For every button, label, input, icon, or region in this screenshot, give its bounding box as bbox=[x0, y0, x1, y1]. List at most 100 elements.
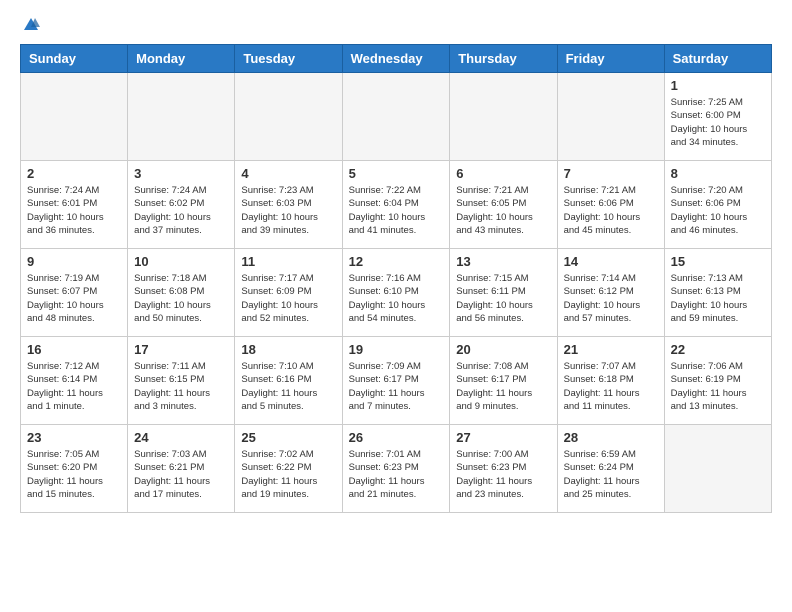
calendar-cell: 27 Sunrise: 7:00 AM Sunset: 6:23 PM Dayli… bbox=[450, 425, 557, 513]
calendar-header-monday: Monday bbox=[128, 45, 235, 73]
day-number: 5 bbox=[349, 166, 444, 181]
calendar-cell: 9 Sunrise: 7:19 AM Sunset: 6:07 PM Daylig… bbox=[21, 249, 128, 337]
calendar-week-0: 1 Sunrise: 7:25 AM Sunset: 6:00 PM Daylig… bbox=[21, 73, 772, 161]
calendar-header-saturday: Saturday bbox=[664, 45, 771, 73]
calendar-cell: 7 Sunrise: 7:21 AM Sunset: 6:06 PM Daylig… bbox=[557, 161, 664, 249]
day-info: Sunrise: 7:23 AM Sunset: 6:03 PM Dayligh… bbox=[241, 184, 335, 237]
calendar-week-4: 23Sunrise: 7:05 AM Sunset: 6:20 PM Dayli… bbox=[21, 425, 772, 513]
calendar-cell bbox=[450, 73, 557, 161]
calendar-cell bbox=[128, 73, 235, 161]
day-number: 11 bbox=[241, 254, 335, 269]
calendar-header-wednesday: Wednesday bbox=[342, 45, 450, 73]
calendar-cell: 2 Sunrise: 7:24 AM Sunset: 6:01 PM Daylig… bbox=[21, 161, 128, 249]
day-number: 16 bbox=[27, 342, 121, 357]
day-number: 4 bbox=[241, 166, 335, 181]
day-info: Sunrise: 7:18 AM Sunset: 6:08 PM Dayligh… bbox=[134, 272, 228, 325]
day-number: 17 bbox=[134, 342, 228, 357]
day-info: Sunrise: 7:10 AM Sunset: 6:16 PM Dayligh… bbox=[241, 360, 335, 413]
day-info: Sunrise: 7:12 AM Sunset: 6:14 PM Dayligh… bbox=[27, 360, 121, 413]
day-info: Sunrise: 7:01 AM Sunset: 6:23 PM Dayligh… bbox=[349, 448, 444, 501]
day-info: Sunrise: 7:14 AM Sunset: 6:12 PM Dayligh… bbox=[564, 272, 658, 325]
day-number: 6 bbox=[456, 166, 550, 181]
calendar-cell: 15 Sunrise: 7:13 AM Sunset: 6:13 PM Dayli… bbox=[664, 249, 771, 337]
day-info: Sunrise: 7:17 AM Sunset: 6:09 PM Dayligh… bbox=[241, 272, 335, 325]
calendar-cell: 26 Sunrise: 7:01 AM Sunset: 6:23 PM Dayli… bbox=[342, 425, 450, 513]
day-number: 19 bbox=[349, 342, 444, 357]
day-info: Sunrise: 7:07 AM Sunset: 6:18 PM Dayligh… bbox=[564, 360, 658, 413]
calendar-cell: 5 Sunrise: 7:22 AM Sunset: 6:04 PM Daylig… bbox=[342, 161, 450, 249]
day-info: Sunrise: 7:21 AM Sunset: 6:05 PM Dayligh… bbox=[456, 184, 550, 237]
calendar-cell: 24 Sunrise: 7:03 AM Sunset: 6:21 PM Dayli… bbox=[128, 425, 235, 513]
day-number: 10 bbox=[134, 254, 228, 269]
calendar-cell: 23Sunrise: 7:05 AM Sunset: 6:20 PM Dayli… bbox=[21, 425, 128, 513]
calendar-cell: 22 Sunrise: 7:06 AM Sunset: 6:19 PM Dayli… bbox=[664, 337, 771, 425]
calendar-cell: 11 Sunrise: 7:17 AM Sunset: 6:09 PM Dayli… bbox=[235, 249, 342, 337]
day-number: 15 bbox=[671, 254, 765, 269]
calendar-week-2: 9 Sunrise: 7:19 AM Sunset: 6:07 PM Daylig… bbox=[21, 249, 772, 337]
day-number: 25 bbox=[241, 430, 335, 445]
calendar-cell: 25 Sunrise: 7:02 AM Sunset: 6:22 PM Dayli… bbox=[235, 425, 342, 513]
calendar-cell bbox=[664, 425, 771, 513]
day-info: Sunrise: 7:11 AM Sunset: 6:15 PM Dayligh… bbox=[134, 360, 228, 413]
calendar-header-row: SundayMondayTuesdayWednesdayThursdayFrid… bbox=[21, 45, 772, 73]
day-info: Sunrise: 7:03 AM Sunset: 6:21 PM Dayligh… bbox=[134, 448, 228, 501]
day-info: Sunrise: 7:22 AM Sunset: 6:04 PM Dayligh… bbox=[349, 184, 444, 237]
day-info: Sunrise: 7:21 AM Sunset: 6:06 PM Dayligh… bbox=[564, 184, 658, 237]
calendar-cell: 1 Sunrise: 7:25 AM Sunset: 6:00 PM Daylig… bbox=[664, 73, 771, 161]
day-number: 21 bbox=[564, 342, 658, 357]
day-number: 12 bbox=[349, 254, 444, 269]
calendar-cell: 6 Sunrise: 7:21 AM Sunset: 6:05 PM Daylig… bbox=[450, 161, 557, 249]
calendar-cell: 3 Sunrise: 7:24 AM Sunset: 6:02 PM Daylig… bbox=[128, 161, 235, 249]
day-info: Sunrise: 7:09 AM Sunset: 6:17 PM Dayligh… bbox=[349, 360, 444, 413]
calendar-header-friday: Friday bbox=[557, 45, 664, 73]
day-info: Sunrise: 7:08 AM Sunset: 6:17 PM Dayligh… bbox=[456, 360, 550, 413]
logo bbox=[20, 16, 42, 34]
calendar-cell: 21 Sunrise: 7:07 AM Sunset: 6:18 PM Dayli… bbox=[557, 337, 664, 425]
calendar-cell: 20 Sunrise: 7:08 AM Sunset: 6:17 PM Dayli… bbox=[450, 337, 557, 425]
calendar-cell: 14 Sunrise: 7:14 AM Sunset: 6:12 PM Dayli… bbox=[557, 249, 664, 337]
calendar-cell: 10 Sunrise: 7:18 AM Sunset: 6:08 PM Dayli… bbox=[128, 249, 235, 337]
calendar-cell bbox=[235, 73, 342, 161]
calendar-cell: 18Sunrise: 7:10 AM Sunset: 6:16 PM Dayli… bbox=[235, 337, 342, 425]
day-number: 7 bbox=[564, 166, 658, 181]
calendar-cell: 17 Sunrise: 7:11 AM Sunset: 6:15 PM Dayli… bbox=[128, 337, 235, 425]
day-number: 14 bbox=[564, 254, 658, 269]
calendar-cell bbox=[21, 73, 128, 161]
logo-icon bbox=[22, 16, 40, 34]
day-info: Sunrise: 7:15 AM Sunset: 6:11 PM Dayligh… bbox=[456, 272, 550, 325]
day-info: Sunrise: 7:24 AM Sunset: 6:02 PM Dayligh… bbox=[134, 184, 228, 237]
calendar-cell: 28Sunrise: 6:59 AM Sunset: 6:24 PM Dayli… bbox=[557, 425, 664, 513]
day-number: 20 bbox=[456, 342, 550, 357]
day-number: 9 bbox=[27, 254, 121, 269]
calendar-cell: 8Sunrise: 7:20 AM Sunset: 6:06 PM Daylig… bbox=[664, 161, 771, 249]
day-info: Sunrise: 7:25 AM Sunset: 6:00 PM Dayligh… bbox=[671, 96, 765, 149]
calendar-cell bbox=[557, 73, 664, 161]
day-info: Sunrise: 6:59 AM Sunset: 6:24 PM Dayligh… bbox=[564, 448, 658, 501]
calendar-cell: 19 Sunrise: 7:09 AM Sunset: 6:17 PM Dayli… bbox=[342, 337, 450, 425]
calendar-cell: 13 Sunrise: 7:15 AM Sunset: 6:11 PM Dayli… bbox=[450, 249, 557, 337]
day-info: Sunrise: 7:13 AM Sunset: 6:13 PM Dayligh… bbox=[671, 272, 765, 325]
day-number: 1 bbox=[671, 78, 765, 93]
day-info: Sunrise: 7:00 AM Sunset: 6:23 PM Dayligh… bbox=[456, 448, 550, 501]
calendar-header-tuesday: Tuesday bbox=[235, 45, 342, 73]
calendar-week-1: 2 Sunrise: 7:24 AM Sunset: 6:01 PM Daylig… bbox=[21, 161, 772, 249]
day-number: 22 bbox=[671, 342, 765, 357]
calendar-week-3: 16 Sunrise: 7:12 AM Sunset: 6:14 PM Dayli… bbox=[21, 337, 772, 425]
day-number: 27 bbox=[456, 430, 550, 445]
day-info: Sunrise: 7:19 AM Sunset: 6:07 PM Dayligh… bbox=[27, 272, 121, 325]
calendar-header-thursday: Thursday bbox=[450, 45, 557, 73]
day-info: Sunrise: 7:06 AM Sunset: 6:19 PM Dayligh… bbox=[671, 360, 765, 413]
day-number: 23 bbox=[27, 430, 121, 445]
day-number: 3 bbox=[134, 166, 228, 181]
day-number: 2 bbox=[27, 166, 121, 181]
day-info: Sunrise: 7:24 AM Sunset: 6:01 PM Dayligh… bbox=[27, 184, 121, 237]
day-number: 13 bbox=[456, 254, 550, 269]
day-number: 24 bbox=[134, 430, 228, 445]
calendar-cell: 12 Sunrise: 7:16 AM Sunset: 6:10 PM Dayli… bbox=[342, 249, 450, 337]
day-info: Sunrise: 7:16 AM Sunset: 6:10 PM Dayligh… bbox=[349, 272, 444, 325]
header bbox=[20, 16, 772, 34]
day-info: Sunrise: 7:02 AM Sunset: 6:22 PM Dayligh… bbox=[241, 448, 335, 501]
calendar-cell: 4 Sunrise: 7:23 AM Sunset: 6:03 PM Daylig… bbox=[235, 161, 342, 249]
day-number: 26 bbox=[349, 430, 444, 445]
calendar-cell: 16 Sunrise: 7:12 AM Sunset: 6:14 PM Dayli… bbox=[21, 337, 128, 425]
